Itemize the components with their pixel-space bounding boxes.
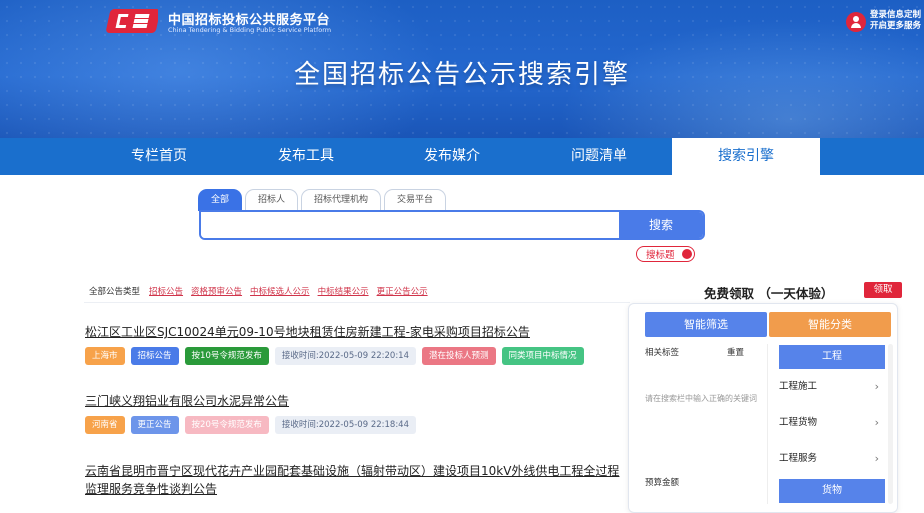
time-tag: 接收时间:2022-05-09 22:20:14	[274, 347, 416, 365]
chevron-right-icon: ›	[874, 416, 879, 429]
logo-icon[interactable]	[106, 7, 158, 35]
notice-type-filter: 全部公告类型 招标公告 资格预审公告 中标候选人公示 中标结果公示 更正公告公示	[89, 285, 436, 297]
chevron-right-icon: ›	[874, 380, 879, 393]
category-goods[interactable]: 工程货物 ›	[779, 415, 885, 431]
category-label: 工程货物	[779, 417, 818, 428]
tab-trading-platform[interactable]: 交易平台	[384, 189, 447, 211]
result-title[interactable]: 三门峡义翔铝业有限公司水泥异常公告	[85, 392, 615, 410]
claim-button[interactable]: 领取	[864, 282, 902, 298]
category-label: 工程服务	[779, 453, 818, 464]
result-title[interactable]: 松江区工业区SJC10024单元09-10号地块租赁住房新建工程-家电采购项目招…	[85, 323, 615, 341]
region-tag[interactable]: 河南省	[85, 416, 125, 434]
region-tag[interactable]: 上海市	[85, 347, 125, 365]
result-tags: 河南省 更正公告 按20号令规范发布 接收时间:2022-05-09 22:18…	[85, 416, 615, 434]
similar-projects-tag[interactable]: 同类项目中标情况	[501, 347, 584, 365]
smart-filter-button[interactable]: 智能筛选	[645, 312, 767, 337]
result-tags: 上海市 招标公告 按10号令规范发布 接收时间:2022-05-09 22:20…	[85, 347, 615, 365]
site-name-en: China Tendering & Bidding Public Service…	[168, 26, 332, 34]
nav-item-publish-tools[interactable]: 发布工具	[232, 138, 380, 175]
result-item: 云南省昆明市晋宁区现代花卉产业园配套基础设施（辐射带动区）建设项目10kV外线供…	[85, 462, 630, 498]
panel-divider	[767, 344, 768, 504]
filter-candidate[interactable]: 中标候选人公示	[250, 285, 310, 297]
filter-prequalification[interactable]: 资格预审公告	[191, 285, 242, 297]
main-nav: 专栏首页 发布工具 发布媒介 问题清单 搜索引擎	[0, 138, 924, 175]
tab-tenderer[interactable]: 招标人	[245, 189, 299, 211]
chevron-right-icon: ›	[874, 452, 879, 465]
type-tag[interactable]: 招标公告	[130, 347, 179, 365]
tab-all[interactable]: 全部	[198, 189, 243, 211]
nav-item-media[interactable]: 发布媒介	[378, 138, 526, 175]
smart-panel: 智能筛选 智能分类 相关标签 重置 请在搜索栏中输入正确的关键词 预算金额 工程…	[628, 303, 898, 513]
type-tag[interactable]: 更正公告	[130, 416, 179, 434]
search-button[interactable]: 搜索	[619, 212, 703, 238]
result-title[interactable]: 云南省昆明市晋宁区现代花卉产业园配套基础设施（辐射带动区）建设项目10kV外线供…	[85, 462, 630, 498]
login-line-1: 登录信息定制	[870, 10, 922, 20]
category-construction[interactable]: 工程施工 ›	[779, 379, 885, 395]
category-label: 工程施工	[779, 381, 818, 392]
nav-item-search-engine[interactable]: 搜索引擎	[672, 138, 820, 175]
nav-item-home[interactable]: 专栏首页	[85, 138, 233, 175]
category-goods-head[interactable]: 货物	[779, 479, 885, 503]
budget-label: 预算金额	[645, 478, 680, 488]
filter-result[interactable]: 中标结果公示	[318, 285, 369, 297]
login-text[interactable]: 登录信息定制 开启更多服务	[870, 10, 921, 32]
login-link[interactable]: 登录信息定制 开启更多服务	[846, 10, 921, 32]
divider	[84, 302, 630, 303]
toggle-label: 搜标题	[646, 250, 675, 261]
promo-text: 免费领取 （一天体验）	[704, 286, 834, 301]
standard-tag[interactable]: 按20号令规范发布	[184, 416, 269, 434]
tab-agency[interactable]: 招标代理机构	[301, 189, 382, 211]
result-item: 三门峡义翔铝业有限公司水泥异常公告 河南省 更正公告 按20号令规范发布 接收时…	[85, 392, 615, 434]
nav-item-faq[interactable]: 问题清单	[525, 138, 673, 175]
panel-scrollbar[interactable]	[888, 344, 893, 504]
smart-classify-button[interactable]: 智能分类	[769, 312, 891, 337]
search-input[interactable]	[201, 212, 619, 238]
bidder-forecast-tag[interactable]: 潜在投标人预测	[422, 347, 496, 365]
related-tags-label: 相关标签	[645, 348, 680, 358]
page-title: 全国招标公告公示搜索引擎	[293, 60, 630, 90]
filter-correction[interactable]: 更正公告公示	[377, 285, 428, 297]
search-type-tabs: 全部 招标人 招标代理机构 交易平台	[198, 189, 449, 211]
filter-label: 全部公告类型	[89, 287, 141, 297]
search-bar: 搜索	[199, 210, 705, 240]
toggle-knob	[682, 249, 692, 259]
result-item: 松江区工业区SJC10024单元09-10号地块租赁住房新建工程-家电采购项目招…	[85, 323, 615, 365]
category-engineering[interactable]: 工程	[779, 345, 885, 369]
filter-tender-notice[interactable]: 招标公告	[149, 285, 183, 297]
login-line-2: 开启更多服务	[870, 21, 922, 31]
standard-tag[interactable]: 按10号令规范发布	[184, 347, 269, 365]
reset-button[interactable]: 重置	[727, 346, 744, 358]
header-banner: 中国招标投标公共服务平台 China Tendering & Bidding P…	[0, 0, 924, 138]
category-services[interactable]: 工程服务 ›	[779, 451, 885, 467]
tags-hint: 请在搜索栏中输入正确的关键词	[645, 394, 757, 403]
time-tag: 接收时间:2022-05-09 22:18:44	[274, 416, 416, 434]
title-search-toggle[interactable]: 搜标题	[636, 246, 695, 262]
user-icon	[846, 12, 866, 32]
